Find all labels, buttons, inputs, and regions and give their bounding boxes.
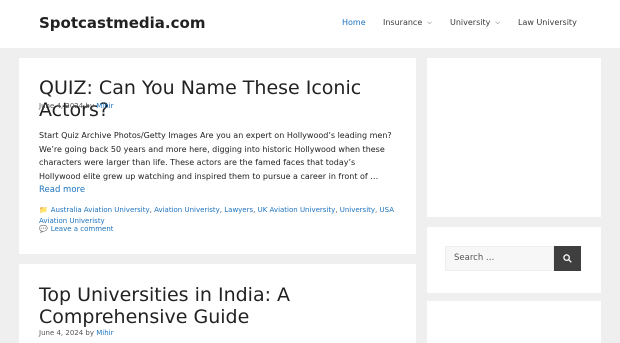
post-meta: June 4, 2024 by Mihir xyxy=(39,102,114,110)
post-card: Top Universities in India: A Comprehensi… xyxy=(19,264,416,343)
nav-label: University xyxy=(450,18,491,27)
post-excerpt: Start Quiz Archive Photos/Getty Images A… xyxy=(39,129,399,198)
read-more-link[interactable]: Read more xyxy=(39,185,85,195)
nav-item-university[interactable]: University ⌵ xyxy=(450,18,500,27)
comment-icon: 💬 xyxy=(39,225,48,233)
category-link[interactable]: UK Aviation University xyxy=(258,206,336,214)
post-title[interactable]: QUIZ: Can You Name These Iconic Actors? xyxy=(39,77,416,121)
search-icon xyxy=(563,254,572,263)
site-header: Spotcastmedia.com Home Insurance ⌵ Univer… xyxy=(0,0,620,48)
by-label: by xyxy=(85,102,95,110)
search-widget: Search … xyxy=(427,227,601,293)
category-separator: , xyxy=(335,206,338,214)
post-author-link[interactable]: Mihir xyxy=(96,102,113,110)
post-card: QUIZ: Can You Name These Iconic Actors? … xyxy=(19,58,416,254)
search-button[interactable] xyxy=(554,246,581,271)
category-link[interactable]: University xyxy=(340,206,375,214)
category-separator: , xyxy=(219,206,223,214)
folder-icon: 📁 xyxy=(39,206,48,214)
by-label: by xyxy=(85,329,95,337)
post-date[interactable]: June 4, 2024 xyxy=(39,102,83,110)
category-separator: , xyxy=(253,206,256,214)
category-link[interactable]: Lawyers xyxy=(224,206,253,214)
chevron-down-icon: ⌵ xyxy=(495,18,500,26)
nav-item-law-university[interactable]: Law University xyxy=(518,18,577,27)
post-meta: June 4, 2024 by Mihir xyxy=(39,329,114,337)
nav-label: Law University xyxy=(518,18,577,27)
nav-item-insurance[interactable]: Insurance ⌵ xyxy=(383,18,432,27)
category-separator: , xyxy=(375,206,378,214)
post-comments: 💬 Leave a comment xyxy=(39,225,114,233)
chevron-down-icon: ⌵ xyxy=(427,18,432,26)
site-title[interactable]: Spotcastmedia.com xyxy=(39,14,205,32)
leave-comment-link[interactable]: Leave a comment xyxy=(51,225,114,233)
post-categories: 📁 Australia Aviation University, Aviation… xyxy=(39,205,399,226)
category-link[interactable]: Australia Aviation University xyxy=(51,206,150,214)
nav-label: Insurance xyxy=(383,18,423,27)
post-author-link[interactable]: Mihir xyxy=(96,329,113,337)
excerpt-text: Start Quiz Archive Photos/Getty Images A… xyxy=(39,131,392,181)
nav-item-home[interactable]: Home xyxy=(342,18,366,27)
post-date[interactable]: June 4, 2024 xyxy=(39,329,83,337)
nav-label: Home xyxy=(342,18,366,27)
category-separator: , xyxy=(149,206,152,214)
sidebar-widget xyxy=(427,301,601,343)
sidebar-widget xyxy=(427,58,601,217)
category-link[interactable]: Aviation Univeristy xyxy=(154,206,220,214)
post-title[interactable]: Top Universities in India: A Comprehensi… xyxy=(39,284,339,328)
search-input[interactable]: Search … xyxy=(445,246,554,271)
